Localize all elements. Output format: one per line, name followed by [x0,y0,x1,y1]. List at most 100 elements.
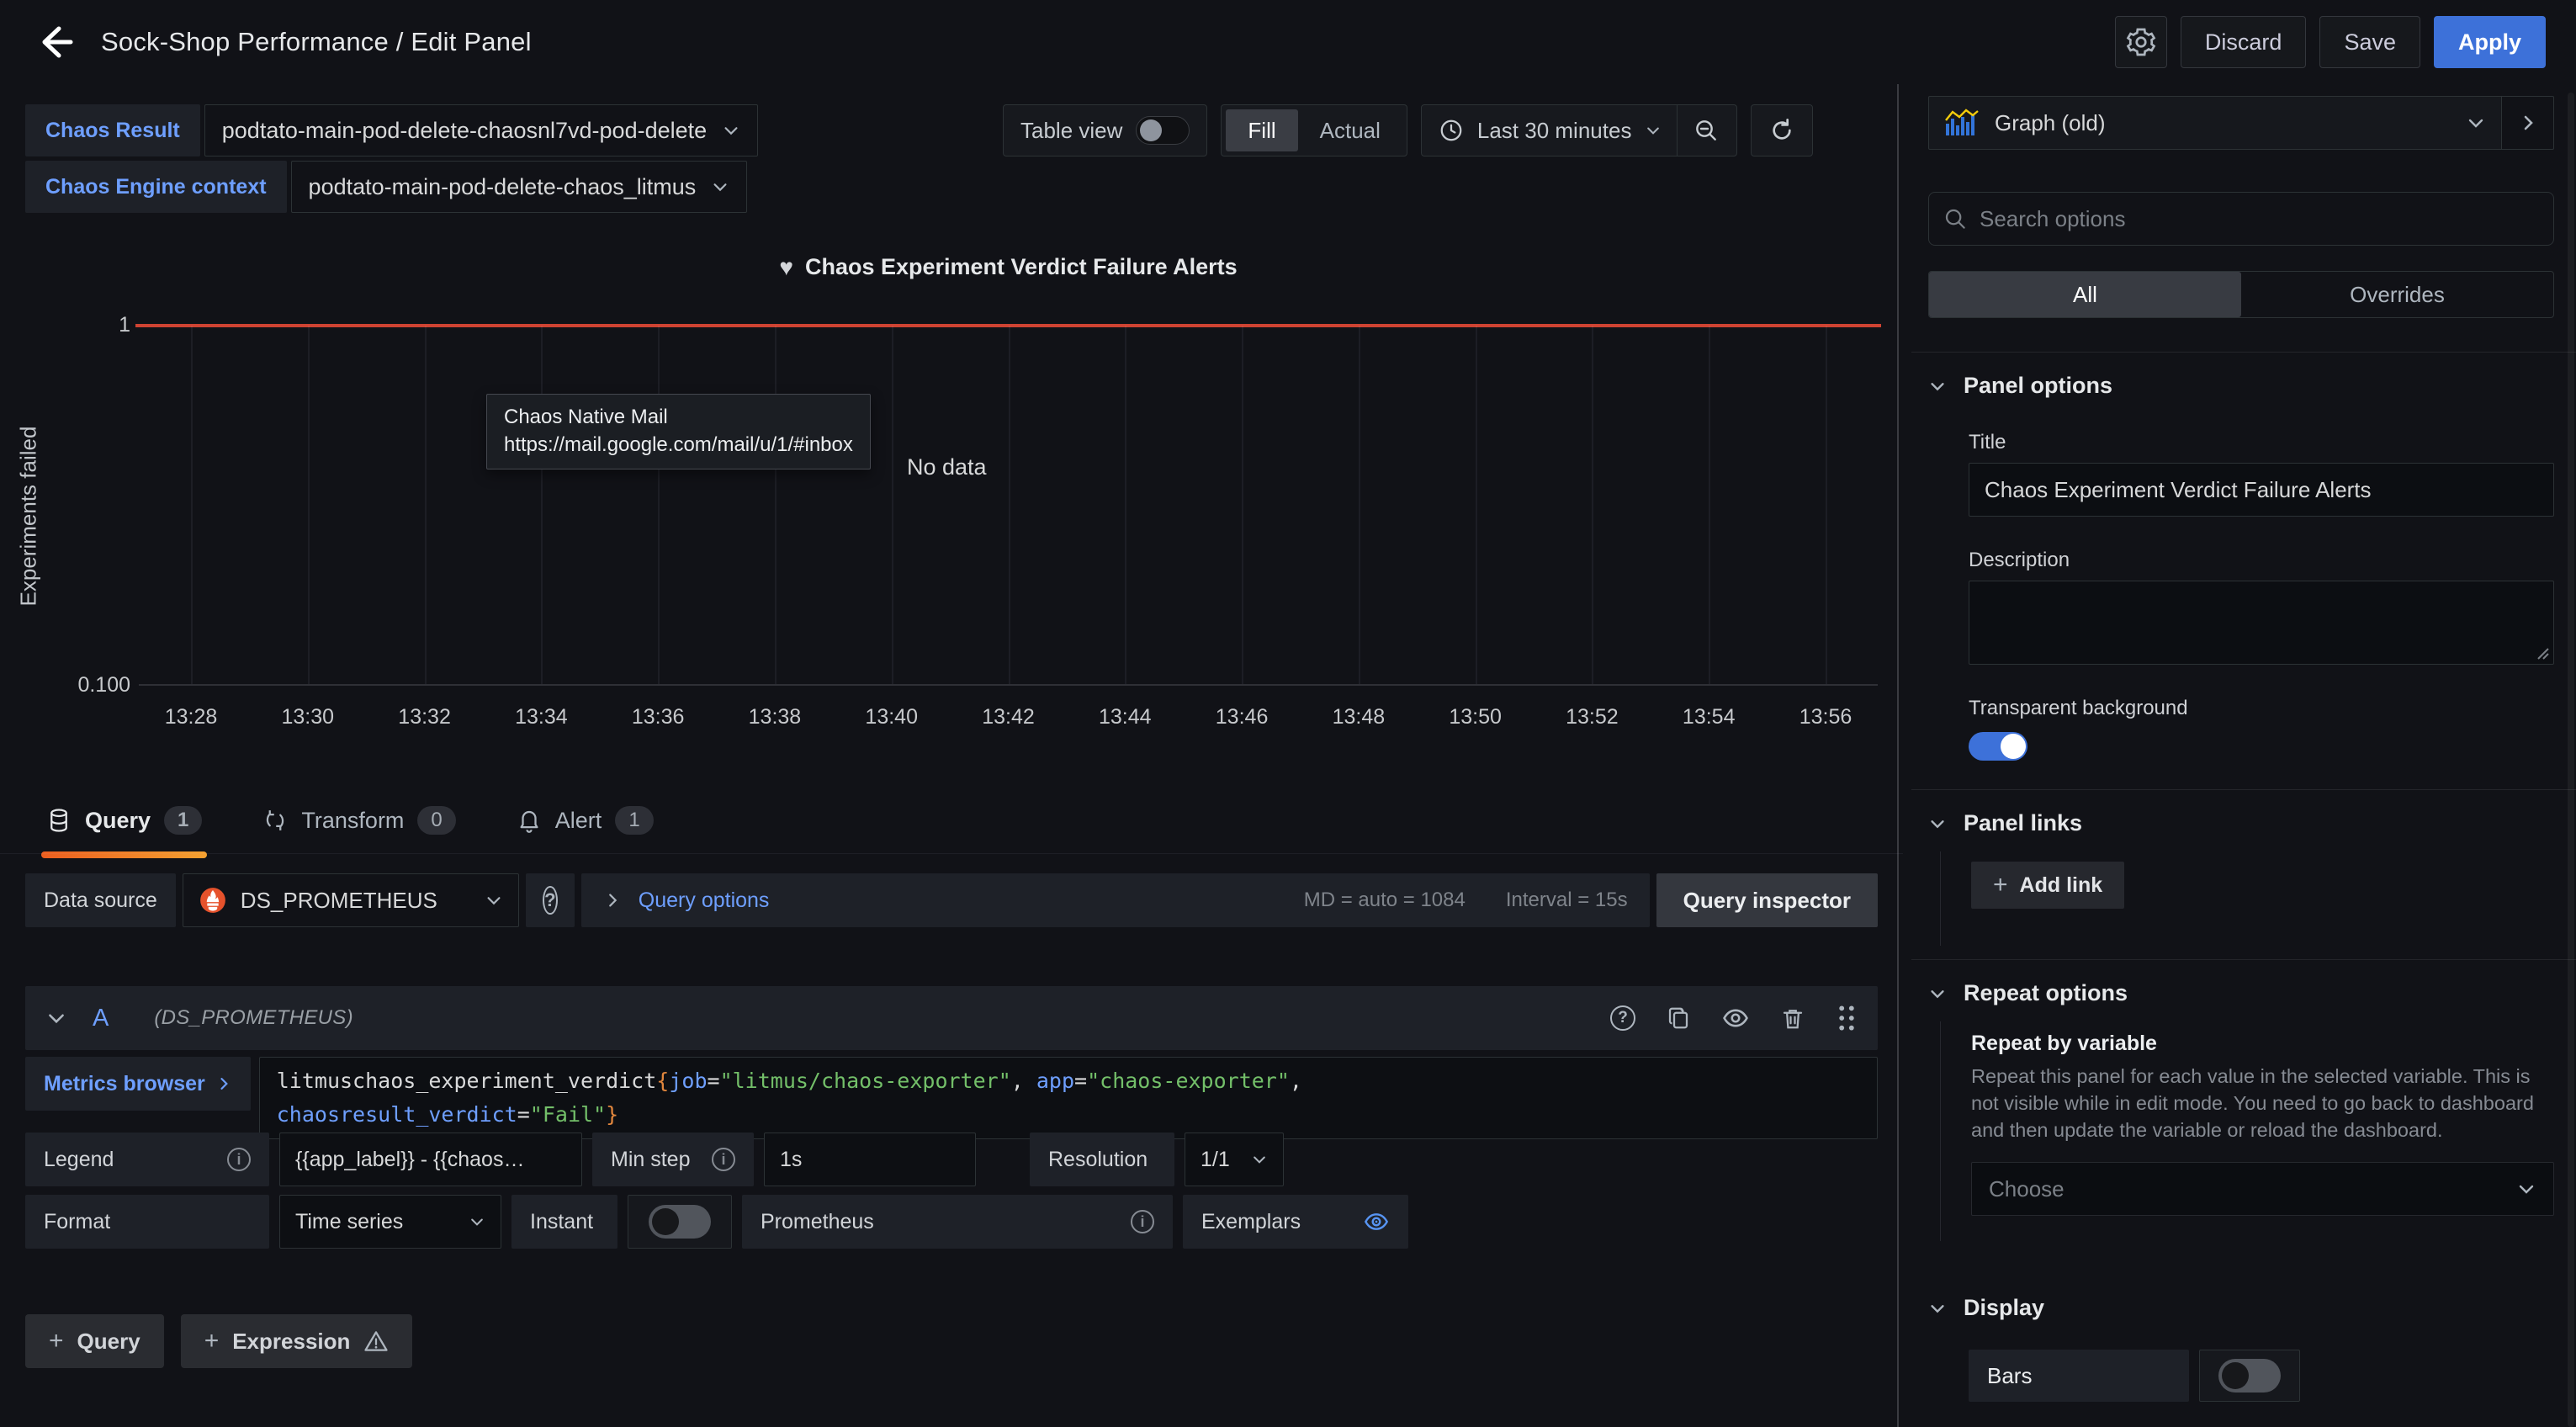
save-button[interactable]: Save [2319,16,2420,68]
query-footer: + Query + Expression [25,1314,412,1368]
panel-header[interactable]: ♥ Chaos Experiment Verdict Failure Alert… [139,254,1878,280]
add-link-button[interactable]: + Add link [1971,862,2124,909]
datasource-picker[interactable]: DS_PROMETHEUS [183,873,519,927]
panel-title-input[interactable] [1969,463,2554,517]
repeat-variable-select[interactable]: Choose [1971,1162,2554,1216]
panel-options-header[interactable]: Panel options [1928,373,2554,399]
discard-button[interactable]: Discard [2181,16,2307,68]
database-icon [46,808,72,833]
query-expression-input[interactable]: litmuschaos_experiment_verdict{job="litm… [259,1057,1878,1139]
x-tick-label: 13:46 [1216,705,1269,729]
x-tick-label: 13:36 [632,705,685,729]
add-query-button[interactable]: + Query [25,1314,164,1368]
chevron-down-icon [1928,377,1947,395]
resolution-select[interactable]: 1/1 [1185,1133,1284,1186]
time-range-label: Last 30 minutes [1477,118,1632,144]
options-search[interactable] [1928,192,2554,246]
chevron-down-icon [485,891,503,910]
legend-input[interactable] [279,1133,582,1186]
table-view-switch[interactable] [1136,116,1190,145]
metrics-browser-button[interactable]: Metrics browser [25,1057,251,1111]
x-tick-label: 13:50 [1449,705,1502,729]
gridline [191,326,193,684]
duplicate-icon[interactable] [1666,1005,1691,1031]
query-help-icon[interactable]: ? [1610,1005,1635,1031]
query-options-row-2: Format Time series Instant Prometheus i … [25,1195,1408,1249]
instant-toggle[interactable] [628,1195,732,1249]
bars-toggle[interactable] [2199,1350,2300,1402]
table-view-toggle[interactable]: Table view [1003,104,1207,156]
options-search-input[interactable] [1980,206,2540,232]
repeat-options-header[interactable]: Repeat options [1928,980,2554,1006]
bell-icon [517,808,542,833]
chaos-engine-dropdown[interactable]: podtato-main-pod-delete-chaos_litmus [291,161,748,213]
exemplars-eye-icon[interactable] [1363,1208,1390,1235]
gridline [658,326,660,684]
query-options-toggle[interactable]: Query options [639,889,770,913]
variable-row: Chaos Engine context podtato-main-pod-de… [25,161,758,213]
panel-description-textarea[interactable] [1969,581,2554,665]
resize-grip-icon[interactable] [2533,644,2550,660]
tab-alert[interactable]: Alert 1 [517,796,654,845]
series-tooltip: Chaos Native Mail https://mail.google.co… [486,394,871,469]
plot-area[interactable] [139,326,1878,686]
disable-query-eye-icon[interactable] [1721,1004,1750,1032]
x-tick-label: 13:32 [398,705,451,729]
drag-handle-icon[interactable] [1836,1005,1858,1032]
sidebar-scrollbar[interactable] [2568,93,2574,1427]
toggle-viz-picker-button[interactable] [2502,96,2554,150]
panel-settings-button[interactable] [2115,16,2167,68]
zoom-out-icon[interactable] [1693,117,1720,144]
metrics-browser-label: Metrics browser [44,1072,205,1096]
fill-option[interactable]: Fill [1226,109,1297,151]
chevron-down-icon [45,1007,67,1029]
chevron-right-icon [603,891,622,910]
gear-icon [2126,27,2156,57]
time-range-picker[interactable]: Last 30 minutes [1421,104,1738,156]
variable-value: podtato-main-pod-delete-chaosnl7vd-pod-d… [222,118,707,144]
interval-text: Interval = 15s [1506,889,1628,912]
chevron-down-icon [1645,122,1662,139]
x-tick-label: 13:42 [982,705,1035,729]
tab-overrides[interactable]: Overrides [2241,272,2553,317]
chaos-result-dropdown[interactable]: podtato-main-pod-delete-chaosnl7vd-pod-d… [204,104,758,156]
variable-value: podtato-main-pod-delete-chaos_litmus [309,174,697,200]
query-inspector-button[interactable]: Query inspector [1656,873,1878,927]
repeat-description: Repeat this panel for each value in the … [1971,1063,2553,1143]
x-tick-label: 13:48 [1333,705,1386,729]
display-header[interactable]: Display [1928,1295,2554,1321]
gridline [308,326,310,684]
add-expression-button[interactable]: + Expression [181,1314,413,1368]
panel-links-header[interactable]: Panel links [1928,810,2554,836]
tab-query[interactable]: Query 1 [46,796,202,845]
gridline [541,326,543,684]
x-tick-label: 13:44 [1099,705,1152,729]
transparent-bg-toggle[interactable] [1969,732,2027,761]
tab-all[interactable]: All [1929,272,2241,317]
datasource-row: Data source DS_PROMETHEUS ? Query option… [25,873,1878,927]
trash-icon[interactable] [1780,1005,1805,1031]
apply-button[interactable]: Apply [2434,16,2546,68]
help-icon: ? [543,886,557,915]
back-button[interactable] [30,19,77,66]
tooltip-url: https://mail.google.com/mail/u/1/#inbox [504,431,853,459]
format-field-label: Format [25,1195,269,1249]
visualization-picker[interactable]: Graph (old) [1928,96,2502,150]
query-row-header[interactable]: A (DS_PROMETHEUS) ? [25,986,1878,1050]
variable-label: Chaos Engine context [25,161,287,213]
query-options-row-1: Legend i Min step i Resolution 1/1 [25,1133,1284,1186]
tab-label: Transform [301,808,404,834]
legend-field-label: Legend i [25,1133,269,1186]
tab-transform[interactable]: Transform 0 [262,796,455,845]
format-select[interactable]: Time series [279,1195,501,1249]
description-field-label: Description [1969,549,2554,572]
transparent-bg-label: Transparent background [1969,697,2554,720]
datasource-help-button[interactable]: ? [526,873,575,927]
min-step-input[interactable] [764,1133,976,1186]
query-code: litmuschaos_experiment_verdict{job="litm… [277,1069,1302,1127]
x-axis-labels: 13:2813:3013:3213:3413:3613:3813:4013:42… [139,705,1878,734]
pane-splitter[interactable] [1897,84,1899,1427]
refresh-button[interactable] [1751,104,1813,156]
actual-option[interactable]: Actual [1298,109,1402,151]
visualization-value: Graph (old) [1995,110,2106,136]
